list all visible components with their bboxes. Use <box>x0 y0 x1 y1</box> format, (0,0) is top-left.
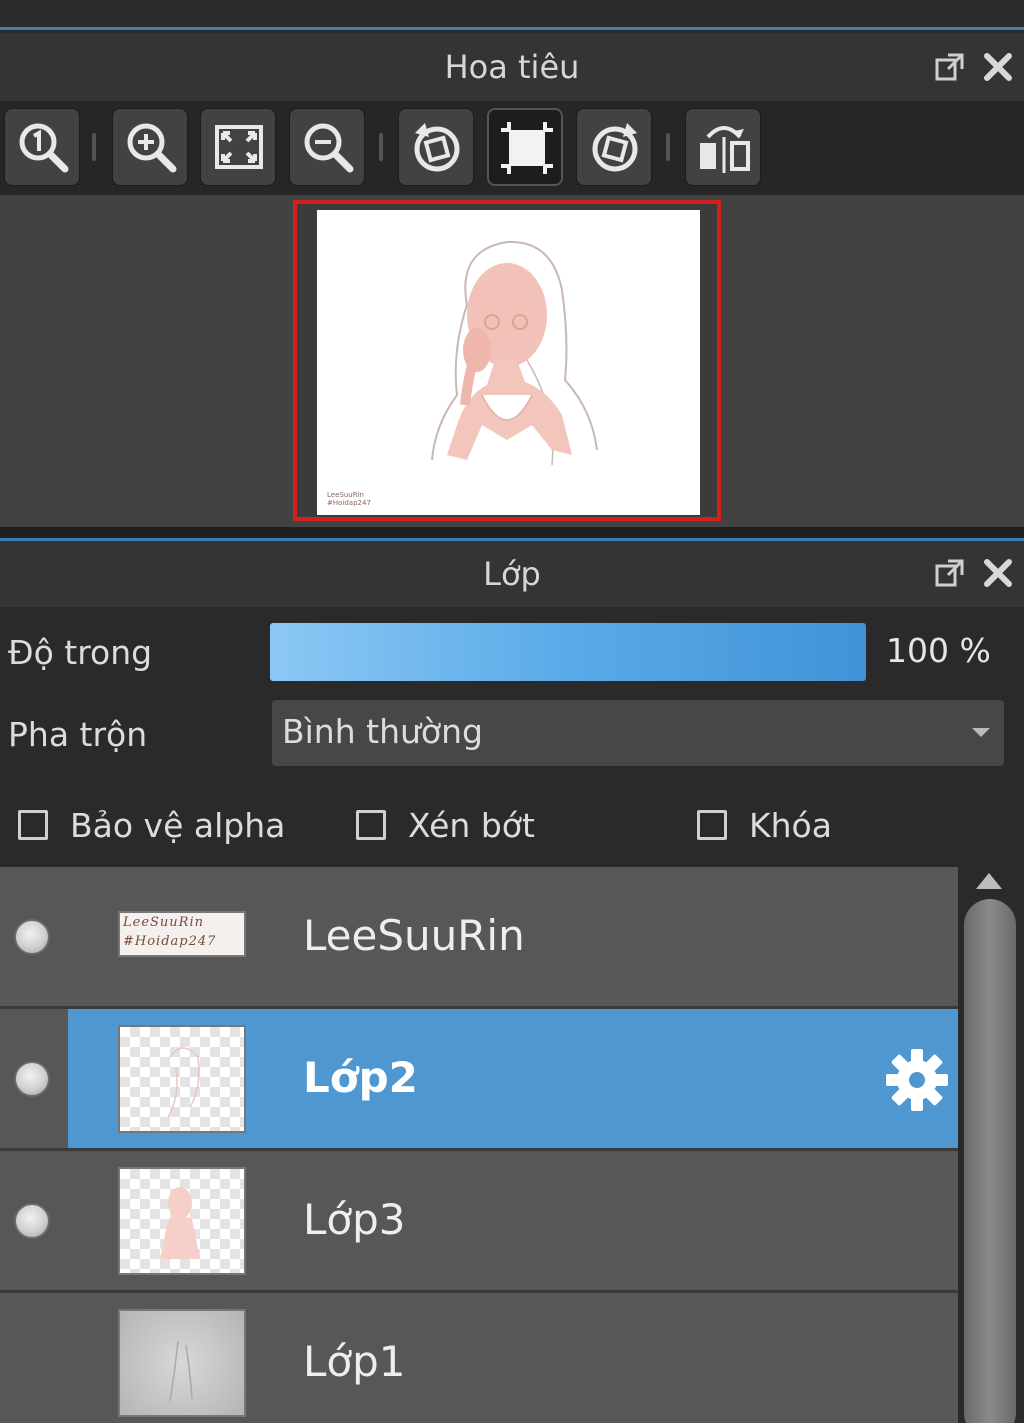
protect-alpha-label: Bảo vệ alpha <box>70 805 286 845</box>
layer-thumbnail <box>118 1167 246 1275</box>
layer-row-lop1[interactable]: Lớp1 <box>0 1293 958 1423</box>
toolbar-separator <box>379 133 383 161</box>
scrollbar-thumb[interactable] <box>964 899 1016 1423</box>
thumbnail-text: LeeSuuRin <box>123 915 204 930</box>
thumbnail-sketch <box>169 1340 193 1402</box>
layer-row-lop3[interactable]: Lớp3 <box>0 1151 958 1293</box>
zoom-out-button[interactable] <box>289 108 365 186</box>
thumbnail-sketch <box>167 1047 200 1118</box>
clipping-label: Xén bớt <box>408 805 535 845</box>
layer-row-leesuurin[interactable]: LeeSuuRin #Hoidap247 LeeSuuRin <box>0 867 958 1009</box>
layer-thumbnail: LeeSuuRin #Hoidap247 <box>118 911 246 957</box>
zoom-in-icon <box>127 123 177 173</box>
navigator-toolbar <box>0 101 1024 195</box>
rotate-left-button[interactable] <box>398 108 474 186</box>
preview-signature: LeeSuuRin #Hoidap247 <box>327 491 371 507</box>
opacity-label: Độ trong <box>8 633 153 672</box>
navigator-header: Hoa tiêu <box>0 33 1024 101</box>
blend-mode-label: Pha trộn <box>8 715 148 754</box>
layer-name: Lớp1 <box>303 1337 406 1386</box>
blend-mode-value: Bình thường <box>282 712 483 751</box>
visibility-toggle-icon[interactable] <box>14 1203 50 1239</box>
popout-icon[interactable] <box>934 51 966 83</box>
rotate-left-icon <box>414 123 460 172</box>
visibility-toggle-icon[interactable] <box>14 1061 50 1097</box>
layer-name: Lớp3 <box>303 1195 406 1244</box>
zoom-out-icon <box>304 123 354 173</box>
zoom-1-icon <box>19 123 69 173</box>
close-icon[interactable] <box>982 51 1014 83</box>
visibility-toggle-icon[interactable] <box>14 919 50 955</box>
layer-panel-title: Lớp <box>483 555 541 593</box>
opacity-slider-fill <box>270 623 866 681</box>
popout-icon[interactable] <box>934 557 966 589</box>
checkbox-box[interactable] <box>356 810 386 840</box>
layer-row-lop2[interactable]: Lớp2 <box>0 1009 958 1151</box>
layer-name: Lớp2 <box>303 1053 418 1102</box>
lock-checkbox[interactable]: Khóa <box>697 803 832 847</box>
checkbox-box[interactable] <box>697 810 727 840</box>
view-frame[interactable]: LeeSuuRin #Hoidap247 <box>293 200 721 521</box>
artwork-preview <box>431 240 598 466</box>
zoom-actual-size-button[interactable] <box>4 108 80 186</box>
protect-alpha-checkbox[interactable]: Bảo vệ alpha <box>18 803 285 847</box>
thumbnail-figure <box>160 1187 200 1259</box>
clipping-checkbox[interactable]: Xén bớt <box>356 803 535 847</box>
close-icon[interactable] <box>982 557 1014 589</box>
layer-list[interactable]: LeeSuuRin #Hoidap247 LeeSuuRin Lớp2 Lớp3… <box>0 867 958 1423</box>
opacity-slider[interactable] <box>270 623 866 681</box>
zoom-in-button[interactable] <box>112 108 188 186</box>
reset-view-icon <box>501 122 553 174</box>
flip-horizontal-button[interactable] <box>685 108 761 186</box>
scroll-up-icon[interactable] <box>976 873 1002 889</box>
gear-icon[interactable] <box>884 1047 950 1113</box>
layer-panel-header: Lớp <box>0 541 1024 607</box>
thumbnail-text: #Hoidap247 <box>123 934 217 949</box>
opacity-value: 100 % <box>886 631 991 670</box>
checkbox-box[interactable] <box>18 810 48 840</box>
rotate-right-button[interactable] <box>576 108 652 186</box>
layer-list-scrollbar[interactable] <box>958 867 1024 1423</box>
canvas-preview: LeeSuuRin #Hoidap247 <box>317 210 700 515</box>
fit-icon <box>215 125 263 169</box>
reset-view-button[interactable] <box>487 108 563 186</box>
rotate-right-icon <box>592 123 638 172</box>
navigator-preview-area[interactable]: LeeSuuRin #Hoidap247 <box>0 195 1024 527</box>
preview-signature-line: #Hoidap247 <box>327 499 371 507</box>
preview-signature-line: LeeSuuRin <box>327 491 364 499</box>
fit-to-window-button[interactable] <box>200 108 276 186</box>
layer-name: LeeSuuRin <box>303 911 525 960</box>
flip-horizontal-icon <box>700 126 750 173</box>
layer-thumbnail <box>118 1309 246 1417</box>
top-strip <box>0 0 1024 30</box>
toolbar-separator <box>92 133 96 161</box>
chevron-down-icon <box>972 728 990 737</box>
panel-divider[interactable] <box>0 527 1024 541</box>
navigator-title: Hoa tiêu <box>444 48 580 86</box>
layer-properties: Độ trong 100 % Pha trộn Bình thường Bảo … <box>0 607 1024 867</box>
toolbar-separator <box>666 133 670 161</box>
blend-mode-select[interactable]: Bình thường <box>272 700 1004 766</box>
lock-label: Khóa <box>749 805 832 845</box>
layer-thumbnail <box>118 1025 246 1133</box>
